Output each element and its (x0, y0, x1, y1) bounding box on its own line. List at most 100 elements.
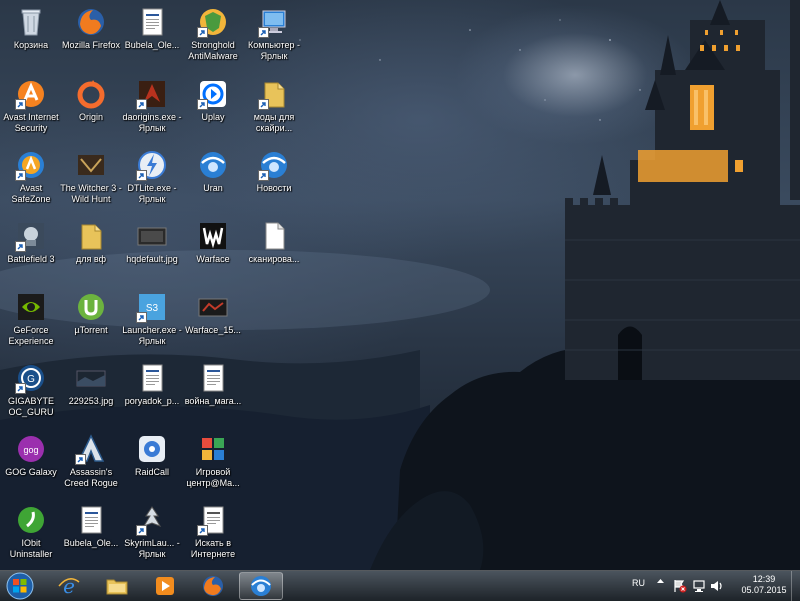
taskbar-media-player[interactable] (143, 572, 187, 600)
desktop-icon-gog-galaxy[interactable]: gog GOG Galaxy (0, 431, 62, 497)
desktop-icon-label: RaidCall (134, 467, 169, 477)
desktop-icon-skanirova[interactable]: сканирова... (243, 218, 305, 284)
desktop-icon-label: Launcher.exe - Ярлык (122, 325, 182, 346)
desktop-icon-uran[interactable]: Uran (182, 147, 244, 213)
uplay-icon (197, 78, 229, 110)
desktop-icon-label: Avast Internet Security (3, 112, 59, 133)
shortcut-arrow-icon (258, 99, 269, 110)
desktop-icon-dtlite[interactable]: DTLite.exe - Ярлык (121, 147, 183, 213)
game-center-icon (197, 433, 229, 465)
origin-icon (75, 78, 107, 110)
desktop-icon-bubela-2[interactable]: Bubela_Ole... (60, 502, 122, 568)
desktop-icon-battlefield-3[interactable]: Battlefield 3 (0, 218, 62, 284)
avast-safezone-icon (15, 149, 47, 181)
desktop-icon-poryadok[interactable]: poryadok_p... (121, 360, 183, 426)
taskbar-internet-explorer[interactable]: e (47, 572, 91, 600)
taskbar-firefox[interactable] (191, 572, 235, 600)
desktop-icon-label: DTLite.exe - Ярлык (127, 183, 177, 204)
gog-icon: gog (15, 433, 47, 465)
desktop-icon-daorigins[interactable]: daorigins.exe - Ярлык (121, 76, 183, 142)
shortcut-arrow-icon (258, 27, 269, 38)
geforce-icon (15, 291, 47, 323)
desktop-icon-warface-image[interactable]: Warface_15... (182, 289, 244, 355)
windows-start-icon (6, 572, 34, 600)
desktop-icon-skyrim-mods[interactable]: моды для скайри... (243, 76, 305, 142)
desktop-icon-voina-maga[interactable]: война_мага... (182, 360, 244, 426)
desktop-icon-label: для вф (76, 254, 106, 264)
desktop[interactable]: Корзина Avast Internet Security Avast Sa… (0, 0, 800, 570)
desktop-icon-skyrim-launcher[interactable]: SkyrimLau... - Ярлык (121, 502, 183, 568)
svg-text:G: G (27, 374, 35, 385)
desktop-icon-label: daorigins.exe - Ярлык (122, 112, 182, 133)
internet-explorer-icon: e (58, 574, 80, 598)
desktop-icon-mozilla-firefox[interactable]: Mozilla Firefox (60, 4, 122, 70)
desktop-icon-label: Mozilla Firefox (61, 40, 120, 50)
desktop-icon-folder-vf[interactable]: для вф (60, 218, 122, 284)
show-desktop-button[interactable] (791, 571, 800, 601)
battlefield-icon (15, 220, 47, 252)
desktop-icon-label: IObit Uninstaller (9, 538, 53, 559)
taskbar-browser[interactable] (239, 572, 283, 600)
shortcut-arrow-icon (75, 454, 86, 465)
sims-launcher-icon: S3 (136, 291, 168, 323)
shortcut-arrow-icon (136, 525, 147, 536)
desktop-icon-origin[interactable]: Origin (60, 76, 122, 142)
desktop-icon-assassins-creed-rogue[interactable]: Assassin's Creed Rogue (60, 431, 122, 497)
desktop-icon-warface[interactable]: Warface (182, 218, 244, 284)
desktop-icon-search-web[interactable]: Искать в Интернете (182, 502, 244, 568)
shortcut-arrow-icon (136, 312, 147, 323)
volume-icon[interactable] (710, 579, 724, 595)
chevron-up-icon (657, 579, 664, 583)
desktop-icon-launcher[interactable]: S3 Launcher.exe - Ярлык (121, 289, 183, 355)
desktop-icon-avast-safezone[interactable]: Avast SafeZone (0, 147, 62, 213)
desktop-icon-utorrent[interactable]: µTorrent (60, 289, 122, 355)
desktop-icon-label: Новости (256, 183, 292, 193)
action-center-icon[interactable] (673, 579, 687, 595)
desktop-icon-geforce-experience[interactable]: GeForce Experience (0, 289, 62, 355)
clock-time: 12:39 (752, 574, 776, 584)
dragon-age-icon (136, 78, 168, 110)
media-player-icon (156, 577, 174, 595)
shortcut-arrow-icon (15, 241, 26, 252)
desktop-icon-witcher-3[interactable]: The Witcher 3 - Wild Hunt (60, 147, 122, 213)
desktop-icon-stronghold[interactable]: Stronghold AntiMalware (182, 4, 244, 70)
desktop-icon-recycle-bin[interactable]: Корзина (0, 4, 62, 70)
desktop-icon-iobit-uninstaller[interactable]: IObit Uninstaller (0, 502, 62, 568)
start-button[interactable] (5, 572, 35, 600)
shortcut-arrow-icon (136, 170, 147, 181)
network-icon[interactable] (692, 579, 706, 595)
desktop-icon-gigabyte-oc-guru[interactable]: G GIGABYTE OC_GURU (0, 360, 62, 426)
assassins-creed-icon (75, 433, 107, 465)
desktop-icon-label: µTorrent (74, 325, 108, 335)
system-tray: RU 12:39 05.07.2015 (600, 571, 800, 601)
desktop-icon-label: poryadok_p... (124, 396, 180, 406)
language-indicator[interactable]: RU (632, 578, 645, 588)
desktop-icon-label: GOG Galaxy (5, 467, 57, 477)
desktop-icon-avast-internet-security[interactable]: Avast Internet Security (0, 76, 62, 142)
shortcut-arrow-icon (15, 99, 26, 110)
desktop-icon-bubela-1[interactable]: Bubela_Ole... (121, 4, 183, 70)
desktop-icon-label: Avast SafeZone (11, 183, 51, 204)
desktop-icon-label: сканирова... (248, 254, 300, 264)
warface-icon (197, 220, 229, 252)
folder-icon (75, 220, 107, 252)
desktop-icon-label: Origin (78, 112, 103, 122)
desktop-icon-label: Bubela_Ole... (63, 538, 119, 548)
iobit-icon (15, 504, 47, 536)
clock[interactable]: 12:39 05.07.2015 (740, 574, 788, 596)
desktop-icon-hqdefault-jpg[interactable]: hqdefault.jpg (121, 218, 183, 284)
desktop-icon-novosti[interactable]: Новости (243, 147, 305, 213)
show-hidden-icons-button[interactable] (656, 577, 665, 588)
desktop-icon-computer-shortcut[interactable]: Компьютер - Ярлык (243, 4, 305, 70)
firefox-icon (75, 6, 107, 38)
desktop-icon-raidcall[interactable]: RaidCall (121, 431, 183, 497)
taskbar-file-explorer[interactable] (95, 572, 139, 600)
desktop-icon-game-center[interactable]: Игровой центр@Ma... (182, 431, 244, 497)
document-icon (197, 362, 229, 394)
desktop-icon-label: The Witcher 3 - Wild Hunt (60, 183, 122, 204)
taskbar: e RU 12:39 05.07.2015 (0, 570, 800, 601)
browser-icon (251, 576, 271, 596)
desktop-icon-uplay[interactable]: Uplay (182, 76, 244, 142)
desktop-icon-229253-jpg[interactable]: 229253.jpg (60, 360, 122, 426)
document-icon (136, 6, 168, 38)
